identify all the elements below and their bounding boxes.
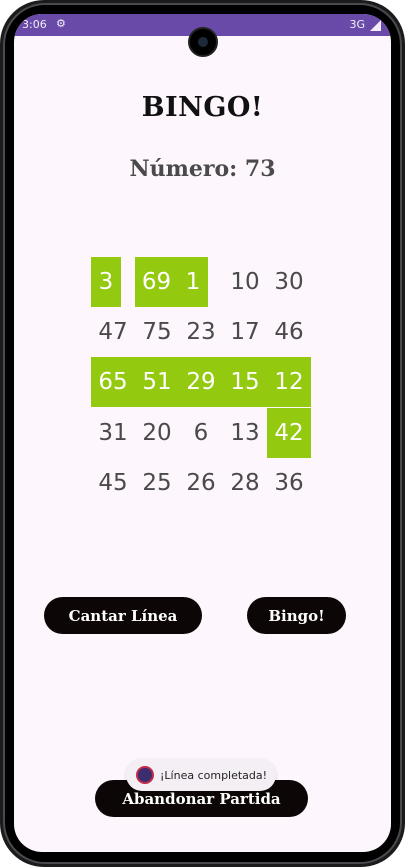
bingo-cell[interactable]: 28	[223, 458, 267, 508]
bingo-cell[interactable]: 6	[179, 408, 223, 458]
network-type: 3G	[349, 18, 365, 31]
bingo-button[interactable]: Bingo!	[247, 597, 346, 634]
bingo-cell[interactable]: 23	[179, 307, 223, 357]
bingo-cell[interactable]: 25	[135, 458, 179, 508]
bingo-cell[interactable]: 42	[267, 408, 311, 458]
bingo-cell[interactable]: 12	[267, 357, 311, 407]
bingo-cell[interactable]: 3	[91, 257, 121, 307]
bingo-cell[interactable]: 30	[267, 257, 311, 307]
phone-frame: 3:06 ⚙ 3G BINGO! Número: 73 3 69 1 10 30 47 75…	[0, 0, 405, 867]
page-title: BINGO!	[141, 92, 264, 123]
bingo-cell[interactable]: 20	[135, 408, 179, 458]
app-icon	[136, 766, 154, 784]
bingo-cell[interactable]: 36	[267, 458, 311, 508]
bingo-cell[interactable]: 13	[223, 408, 267, 458]
bingo-cell[interactable]: 69	[135, 257, 178, 307]
bingo-cell[interactable]: 10	[223, 257, 267, 307]
cantar-linea-button[interactable]: Cantar Línea	[44, 597, 202, 634]
bingo-cell[interactable]: 1	[178, 257, 208, 307]
bingo-cell[interactable]: 45	[91, 458, 135, 508]
status-time: 3:06	[22, 18, 47, 31]
bingo-cell[interactable]: 31	[91, 408, 135, 458]
bingo-cell[interactable]: 51	[135, 357, 179, 407]
bingo-card: 3 69 1 10 30 47 75 23 17 46 65 51 29 15 12 31 20 6 13 42 45 2…	[91, 244, 316, 499]
bingo-cell[interactable]: 17	[223, 307, 267, 357]
signal-icon	[370, 20, 381, 31]
bingo-cell[interactable]: 65	[91, 357, 135, 407]
bingo-cell[interactable]: 47	[91, 307, 135, 357]
front-camera	[188, 27, 218, 57]
bingo-cell[interactable]: 75	[135, 307, 179, 357]
toast-text: ¡Línea completada!	[160, 768, 268, 782]
bingo-cell[interactable]: 29	[179, 357, 223, 407]
app-screen: 3:06 ⚙ 3G BINGO! Número: 73 3 69 1 10 30 47 75…	[14, 14, 391, 852]
toast-message: ¡Línea completada!	[126, 759, 276, 791]
bingo-cell[interactable]: 26	[179, 458, 223, 508]
current-number: Número: 73	[129, 156, 276, 182]
bingo-cell[interactable]: 15	[223, 357, 267, 407]
bingo-cell[interactable]: 46	[267, 307, 311, 357]
gear-icon: ⚙	[56, 17, 66, 30]
